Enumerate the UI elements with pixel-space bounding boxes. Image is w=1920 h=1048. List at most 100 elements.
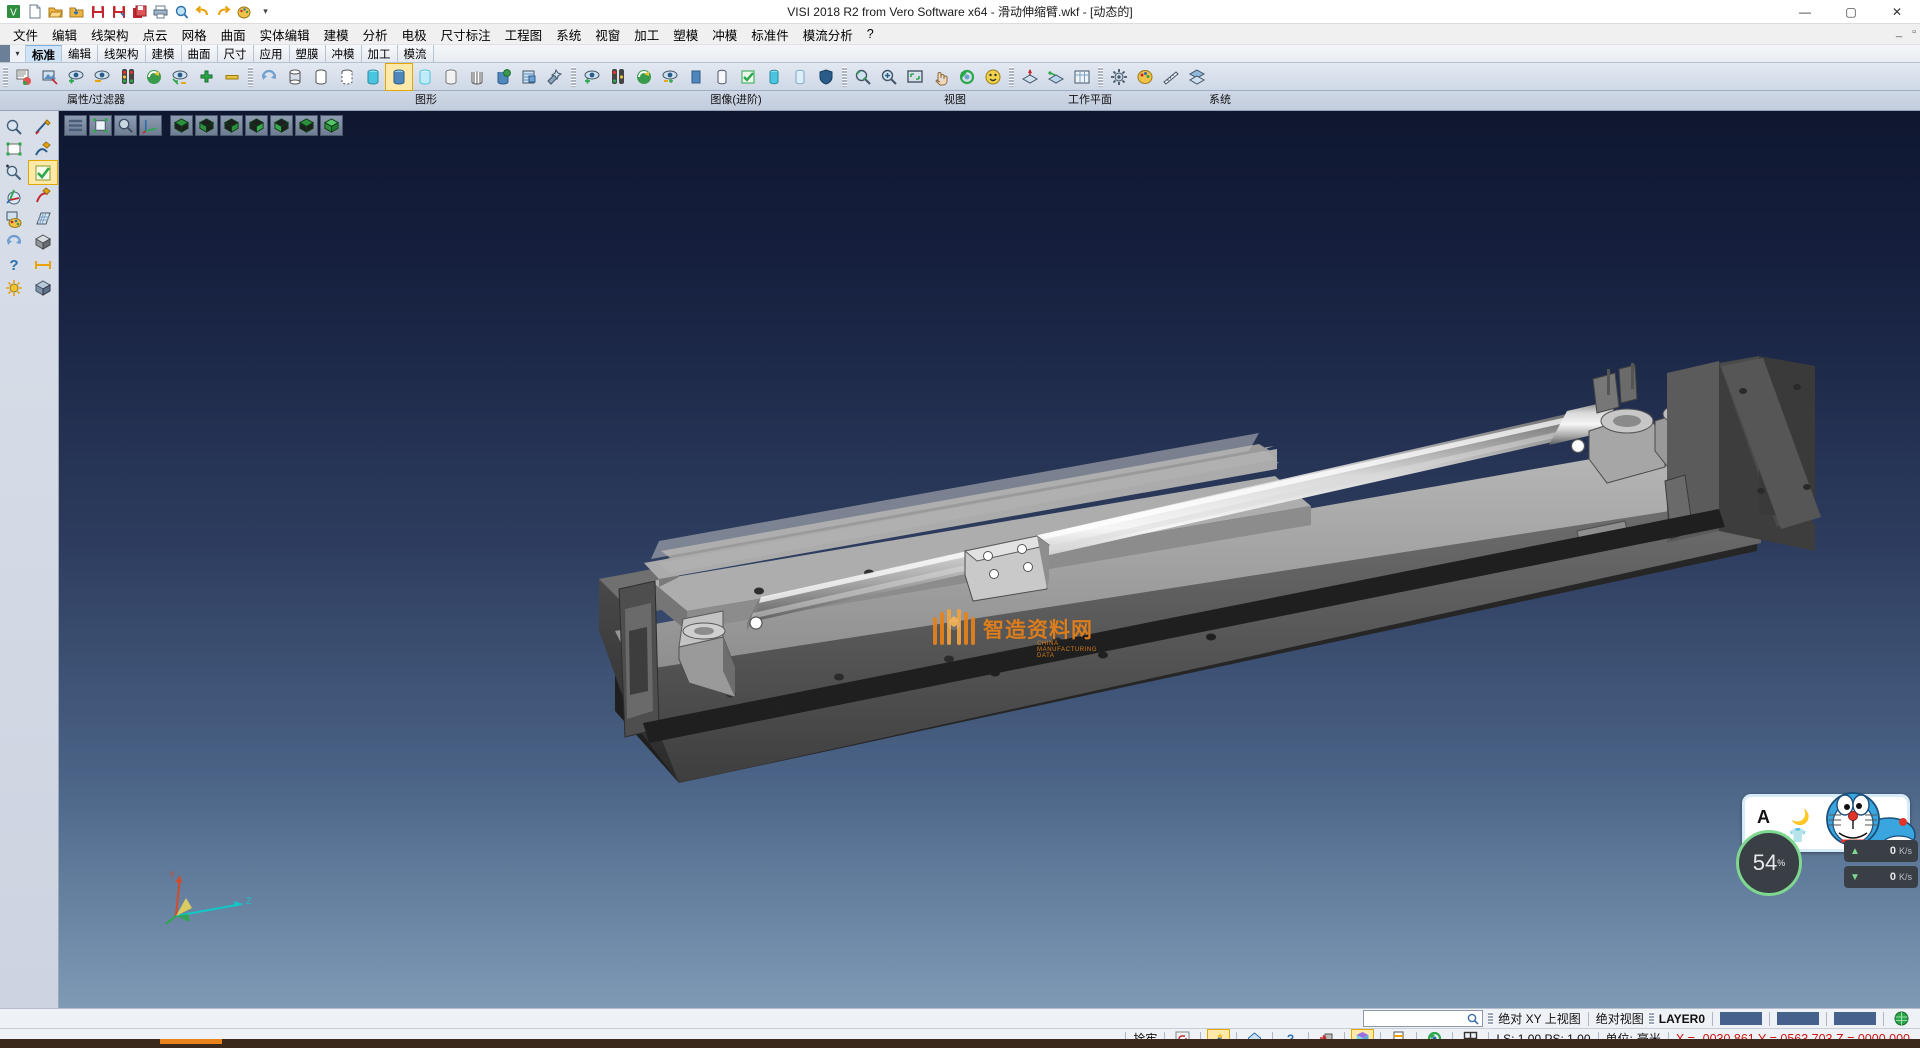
advanced-show-icon[interactable] (579, 64, 605, 90)
sun-light-icon[interactable] (0, 276, 28, 299)
menu-item-12[interactable]: 系统 (549, 23, 588, 46)
menu-item-18[interactable]: 模流分析 (796, 23, 860, 46)
attribute-copy-icon[interactable] (37, 64, 63, 90)
wireframe-icon[interactable] (282, 64, 308, 90)
customize-icon[interactable] (235, 2, 254, 21)
menu-item-2[interactable]: 线架构 (84, 23, 136, 46)
shade-transparent-icon[interactable] (412, 64, 438, 90)
menu-item-13[interactable]: 视窗 (588, 23, 627, 46)
menu-item-6[interactable]: 实体编辑 (253, 23, 317, 46)
menu-item-8[interactable]: 分析 (356, 23, 395, 46)
tab-wireframe[interactable]: 线架构 (98, 45, 146, 62)
traffic-light-filter-icon[interactable] (115, 64, 141, 90)
shade-render-icon[interactable] (386, 64, 412, 90)
tab-die[interactable]: 冲模 (326, 45, 362, 62)
render-shield-icon[interactable] (813, 64, 839, 90)
import-icon[interactable] (67, 2, 86, 21)
color-chip-3[interactable] (1834, 1012, 1876, 1025)
pan-icon[interactable] (928, 64, 954, 90)
advanced-refresh-icon[interactable] (631, 64, 657, 90)
shade-section-icon[interactable] (516, 64, 542, 90)
tab-flow[interactable]: 模流 (398, 45, 434, 62)
element-attributes-icon[interactable] (11, 64, 37, 90)
tab-machining[interactable]: 加工 (362, 45, 398, 62)
shade-settings-icon[interactable] (542, 64, 568, 90)
search-input[interactable] (1363, 1010, 1483, 1027)
hide-all-icon[interactable] (219, 64, 245, 90)
menu-item-14[interactable]: 加工 (627, 23, 666, 46)
zoom-fit-icon[interactable] (902, 64, 928, 90)
menu-item-4[interactable]: 网格 (175, 23, 214, 46)
bounding-box-icon[interactable] (0, 138, 28, 161)
color-chip-2[interactable] (1777, 1012, 1819, 1025)
menu-item-17[interactable]: 标准件 (744, 23, 796, 46)
ribbon-group-grip-0[interactable] (3, 67, 8, 87)
check-selection-icon[interactable] (29, 161, 57, 184)
globe-icon[interactable] (1891, 1010, 1912, 1028)
maximize-button[interactable]: ▢ (1828, 0, 1874, 24)
rotate-view-icon[interactable] (954, 64, 980, 90)
move-axis-icon[interactable] (0, 184, 28, 207)
left-tool-palette[interactable]: ? (0, 111, 59, 1008)
draw-line-icon[interactable] (29, 115, 57, 138)
redo-icon[interactable] (214, 2, 233, 21)
status-bar-top[interactable]: 绝对 XY 上视图 绝对视图 LAYER0 (0, 1008, 1920, 1028)
taskbar-active-item[interactable] (160, 1039, 222, 1044)
mdi-restore-button[interactable]: ▫ (1912, 26, 1916, 38)
zoom-inspect-icon[interactable] (0, 115, 28, 138)
measure-icon[interactable] (29, 253, 57, 276)
workplane-manager-icon[interactable] (1069, 64, 1095, 90)
hidden-line-icon[interactable] (308, 64, 334, 90)
cube-render-icon[interactable] (29, 276, 57, 299)
workplane-define-icon[interactable] (1017, 64, 1043, 90)
ribbon-group-grip-3[interactable] (842, 67, 847, 87)
view-mode-label[interactable]: 绝对 XY 上视图 (1498, 1010, 1580, 1027)
shade-color-icon[interactable] (490, 64, 516, 90)
print-icon[interactable] (151, 2, 170, 21)
shade-outline-icon[interactable] (438, 64, 464, 90)
render-check-icon[interactable] (735, 64, 761, 90)
cad-viewport[interactable]: 智造资料网 CHINA MANUFACTURING DATA Z Y A 🌙 ,… (59, 111, 1920, 1008)
ribbon-tab-strip[interactable]: ▾ 标准 编辑 线架构 建模 曲面 尺寸 应用 塑膜 冲模 加工 模流 (0, 45, 1920, 63)
workplane-align-icon[interactable] (1043, 64, 1069, 90)
render-solid-icon[interactable] (683, 64, 709, 90)
render-teal-icon[interactable] (761, 64, 787, 90)
cpu-usage-ring[interactable]: 54 % (1736, 830, 1802, 896)
tab-mould[interactable]: 塑膜 (290, 45, 326, 62)
help-query-icon[interactable]: ? (0, 253, 28, 276)
show-add-icon[interactable] (63, 64, 89, 90)
tab-application[interactable]: 应用 (254, 45, 290, 62)
upload-speed-box[interactable]: ▲ 0 K/s (1844, 840, 1918, 862)
zoom-window-icon[interactable] (850, 64, 876, 90)
tabstrip-dropdown-icon[interactable]: ▾ (10, 45, 26, 62)
close-button[interactable]: ✕ (1874, 0, 1920, 24)
tab-dimension[interactable]: 尺寸 (218, 45, 254, 62)
save-icon[interactable] (88, 2, 107, 21)
undo-icon[interactable] (193, 2, 212, 21)
tab-edit[interactable]: 编辑 (62, 45, 98, 62)
tabstrip-grip[interactable] (0, 45, 10, 62)
system-colors-icon[interactable] (1132, 64, 1158, 90)
ribbon-icon-row[interactable] (0, 63, 1210, 91)
shade-mesh-icon[interactable] (464, 64, 490, 90)
refresh-view-icon[interactable] (141, 64, 167, 90)
shade-quick-icon[interactable] (360, 64, 386, 90)
curve-edit-icon[interactable] (29, 138, 57, 161)
tab-surface[interactable]: 曲面 (182, 45, 218, 62)
layer-label[interactable]: LAYER0 (1659, 1012, 1705, 1026)
mdi-minimize-button[interactable]: _ (1896, 26, 1902, 38)
show-remove-icon[interactable] (89, 64, 115, 90)
view-face-icon[interactable] (980, 64, 1006, 90)
show-all-icon[interactable] (193, 64, 219, 90)
menu-item-15[interactable]: 塑模 (666, 23, 705, 46)
color-chip-1[interactable] (1720, 1012, 1762, 1025)
window-controls[interactable]: — ▢ ✕ (1782, 0, 1920, 24)
zoom-plus-icon[interactable] (0, 161, 28, 184)
pencil-curve-icon[interactable] (29, 184, 57, 207)
system-settings-icon[interactable] (1106, 64, 1132, 90)
render-cylinder-icon[interactable] (709, 64, 735, 90)
model-assembly-3d[interactable] (59, 111, 1920, 1008)
zoom-all-icon[interactable] (876, 64, 902, 90)
ribbon-group-grip-2[interactable] (571, 67, 576, 87)
menu-item-11[interactable]: 工程图 (498, 23, 550, 46)
